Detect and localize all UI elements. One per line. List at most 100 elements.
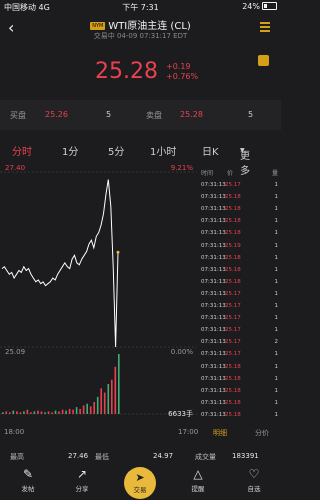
tick-time: 07:31:13 — [201, 399, 226, 406]
tick-time: 07:31:13 — [201, 290, 226, 297]
tick-row: 07:31:13 25.18 1 — [199, 412, 281, 424]
tick-price: 25.18 — [225, 194, 241, 201]
tick-volume: 1 — [274, 206, 279, 213]
volume-bar — [40, 411, 43, 414]
tick-volume: 1 — [274, 411, 279, 418]
tick-price: 25.18 — [225, 230, 241, 237]
tick-time: 07:31:13 — [201, 411, 226, 418]
tab-price-distribution[interactable]: 分价 — [255, 428, 269, 438]
volume-stat-value: 183391 — [232, 452, 259, 460]
tick-row: 07:31:13 25.18 1 — [199, 364, 281, 376]
tick-time: 07:31:13 — [201, 278, 226, 285]
tick-volume: 2 — [274, 339, 279, 346]
tab-1hour[interactable]: 1小时 — [150, 143, 176, 158]
tick-price: 25.17 — [225, 327, 241, 334]
tick-volume: 1 — [274, 266, 279, 273]
tab-daily[interactable]: 日K — [202, 143, 219, 158]
tick-time: 07:31:13 — [201, 218, 226, 225]
tick-header-volume: 量 — [271, 170, 278, 177]
volume-bar — [65, 410, 67, 414]
header: ‹ NYM WTI原油主连 (CL) 交易中 04-09 07:31:17 EDT — [0, 14, 281, 44]
tab-5min[interactable]: 5分 — [108, 143, 124, 158]
notebook-icon[interactable] — [258, 55, 269, 66]
nav-share[interactable]: ↗ 分享 — [62, 467, 102, 493]
volume-bar — [68, 408, 71, 414]
tick-row: 07:31:13 25.18 1 — [199, 194, 281, 206]
nav-post[interactable]: ✎ 发帖 — [8, 467, 48, 493]
nav-watchlist[interactable]: ♡ 自选 — [234, 467, 274, 493]
tick-volume: 1 — [274, 387, 279, 394]
tick-row: 07:31:13 25.18 1 — [199, 255, 281, 267]
volume-bar — [93, 402, 95, 414]
chart-mid-left: 25.09 — [5, 348, 26, 356]
volume-bar — [47, 411, 50, 414]
tick-volume: 1 — [274, 254, 279, 261]
tick-time: 07:31:13 — [201, 339, 226, 346]
tick-time: 07:31:13 — [201, 387, 226, 394]
period-tabs: 分时 1分 5分 1小时 日K 更多 ▼ — [0, 139, 281, 177]
tick-time: 07:31:13 — [201, 206, 226, 213]
chart-top-left: 27.40 — [5, 164, 26, 172]
tick-price: 25.18 — [225, 206, 241, 213]
tick-price: 25.18 — [225, 266, 241, 273]
battery-percent: 24% — [242, 2, 260, 11]
tick-volume: 1 — [274, 399, 279, 406]
tick-row: 07:31:13 25.17 1 — [199, 303, 281, 315]
tick-time: 07:31:13 — [201, 363, 226, 370]
volume-bar — [5, 411, 8, 414]
tick-volume: 1 — [274, 278, 279, 285]
tick-time: 07:31:13 — [201, 351, 226, 358]
bid-label: 买盘 — [10, 111, 26, 120]
tick-time: 07:31:13 — [201, 303, 226, 309]
tick-price: 25.18 — [225, 399, 241, 406]
tick-price: 25.18 — [225, 375, 241, 382]
trade-ticks: 时间 价 量 07:31:13 25.17 1 07:31:13 25.18 1 07:31… — [199, 162, 281, 432]
heart-icon: ♡ — [248, 467, 260, 481]
bid-size: 5 — [106, 110, 112, 119]
trade-button[interactable]: ➤ 交易 — [124, 467, 156, 499]
volume-bar — [19, 412, 22, 414]
trading-status: 交易中 04-09 07:31:17 EDT — [93, 32, 188, 40]
tick-volume: 1 — [274, 315, 279, 322]
tick-price: 25.17 — [225, 339, 241, 346]
bid-price: 25.26 — [45, 110, 68, 119]
chevron-down-icon: ▼ — [240, 147, 245, 154]
tick-volume: 1 — [274, 242, 279, 249]
high-value: 27.46 — [68, 452, 89, 460]
tick-price: 25.17 — [225, 303, 241, 309]
price-series-line — [1, 179, 119, 348]
status-bar: 中国移动 4G 下午 7:31 24% — [0, 0, 281, 14]
tick-price: 25.18 — [225, 218, 241, 225]
volume-bar — [72, 409, 74, 414]
tick-header-price: 价 — [227, 170, 234, 177]
volume-bar — [118, 354, 120, 414]
tab-1min[interactable]: 1分 — [62, 143, 78, 158]
chart-mid-right: 0.00% — [170, 348, 193, 356]
intraday-chart[interactable]: 27.40 9.21% 25.09 0.00% 6633手 18:00 17:0… — [0, 162, 198, 440]
tick-row: 07:31:13 25.18 1 — [199, 279, 281, 291]
volume-bar — [30, 412, 32, 414]
low-label: 最低 — [95, 453, 109, 461]
menu-icon[interactable] — [260, 22, 270, 32]
volume-bar — [89, 406, 92, 414]
tick-row: 07:31:13 25.18 1 — [199, 267, 281, 279]
tick-time: 07:31:13 — [201, 327, 226, 334]
tick-volume: 1 — [274, 327, 279, 334]
volume-bar — [33, 411, 36, 414]
tick-price: 25.18 — [225, 387, 241, 394]
high-label: 最高 — [10, 453, 24, 461]
change-percent: +0.76% — [166, 72, 199, 81]
tab-detail[interactable]: 明细 — [213, 428, 227, 438]
nav-alert[interactable]: △ 提醒 — [178, 467, 218, 493]
tick-price: 25.18 — [225, 278, 241, 285]
day-stats: 最高 27.46 最低 24.97 成交量 183391 — [0, 448, 281, 464]
volume-bar — [16, 411, 18, 414]
chart-top-right: 9.21% — [170, 164, 193, 172]
tab-intraday[interactable]: 分时 — [12, 143, 32, 158]
volume-bar — [54, 410, 57, 414]
volume-bar — [82, 405, 85, 414]
tick-row: 07:31:13 25.17 1 — [199, 351, 281, 363]
x-axis-start: 18:00 — [4, 428, 25, 436]
tick-time: 07:31:13 — [201, 266, 226, 273]
tick-price: 25.17 — [225, 351, 241, 358]
